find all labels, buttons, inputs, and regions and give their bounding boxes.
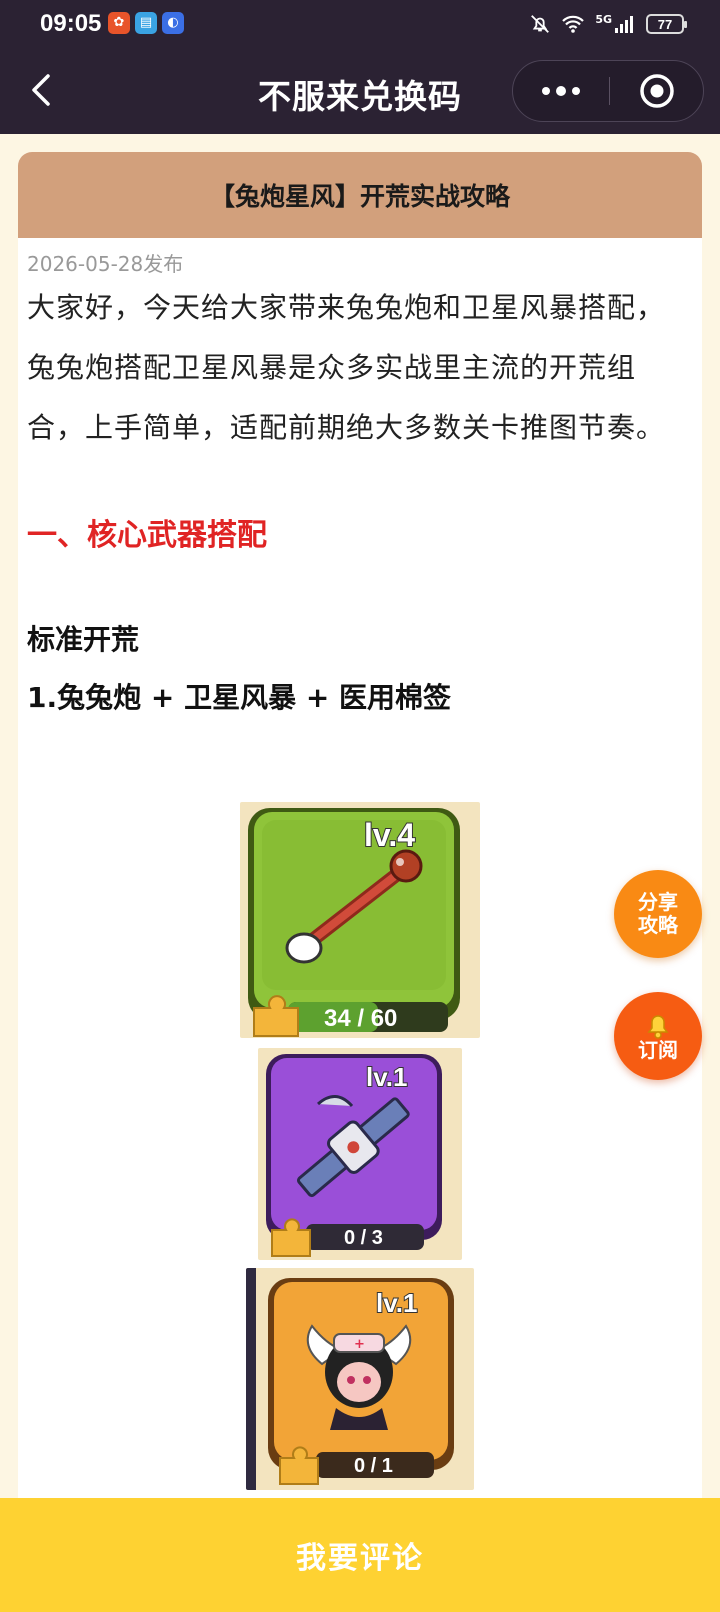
navigation-bar: 不服来兑换码: [0, 48, 720, 134]
browser-notification-icon: ◐: [162, 12, 184, 34]
bell-icon: [647, 1014, 669, 1039]
share-label-line2: 攻略: [638, 913, 678, 937]
status-bar: 09:05 ✿ ▤ ◐ 5G 77: [0, 0, 720, 48]
more-dot-icon: [542, 87, 550, 95]
combo-line: 1.兔兔炮 + 卫星风暴 + 医用棉签: [27, 681, 452, 714]
item-level-label: lv.4: [364, 817, 415, 853]
item-image-satellite-storm[interactable]: lv.1 0 / 3: [258, 1048, 462, 1260]
more-dot-icon: [572, 87, 580, 95]
network-label: 5G: [595, 12, 612, 26]
section-heading: 一、核心武器搭配: [27, 518, 267, 553]
target-circle-icon: [640, 74, 674, 108]
subscribe-label: 订阅: [638, 1037, 678, 1062]
mute-bell-icon: [531, 15, 550, 33]
sub-heading: 标准开荒: [27, 623, 140, 656]
item-image-cotton-swab[interactable]: lv.4 34 / 60: [240, 802, 480, 1038]
signal-icon: [615, 16, 633, 33]
publish-date: 2026-05-28发布: [27, 252, 184, 276]
back-button[interactable]: [24, 68, 64, 112]
svg-text:+: +: [354, 1337, 365, 1352]
share-guide-button[interactable]: 分享 攻略: [614, 870, 702, 958]
subscribe-button[interactable]: 订阅: [614, 992, 702, 1080]
battery-icon: 77: [646, 14, 687, 34]
item-level-label: lv.1: [366, 1062, 407, 1092]
item-progress-label: 34 / 60: [324, 1005, 397, 1032]
article-title: 【兔炮星风】开荒实战攻略: [18, 152, 702, 238]
comment-label: 我要评论: [296, 1541, 424, 1576]
miniprogram-capsule: [512, 60, 704, 122]
status-time: 09:05: [40, 10, 102, 37]
intro-paragraph: 大家好，今天给大家带来兔兔炮和卫星风暴搭配，兔兔炮搭配卫星风暴是众多实战里主流的…: [27, 291, 666, 444]
wifi-icon: [562, 15, 585, 33]
close-miniprogram-button[interactable]: [609, 61, 705, 121]
more-dot-icon: [556, 86, 566, 96]
chevron-left-icon: [32, 74, 50, 106]
book-notification-icon: ▤: [135, 12, 157, 34]
item-progress-label: 0 / 3: [344, 1227, 383, 1249]
more-options-button[interactable]: [513, 61, 609, 121]
item-level-label: lv.1: [376, 1288, 417, 1318]
battery-level: 77: [657, 16, 673, 32]
comment-button[interactable]: 我要评论: [0, 1498, 720, 1612]
app-notification-icon: ✿: [108, 12, 130, 34]
share-label-line1: 分享: [638, 890, 678, 914]
item-image-nurse[interactable]: + lv.1 0 / 1: [246, 1268, 474, 1490]
item-progress-label: 0 / 1: [354, 1455, 393, 1477]
article-body: 2026-05-28发布 大家好，今天给大家带来兔兔炮和卫星风暴搭配，兔兔炮搭配…: [18, 238, 702, 716]
